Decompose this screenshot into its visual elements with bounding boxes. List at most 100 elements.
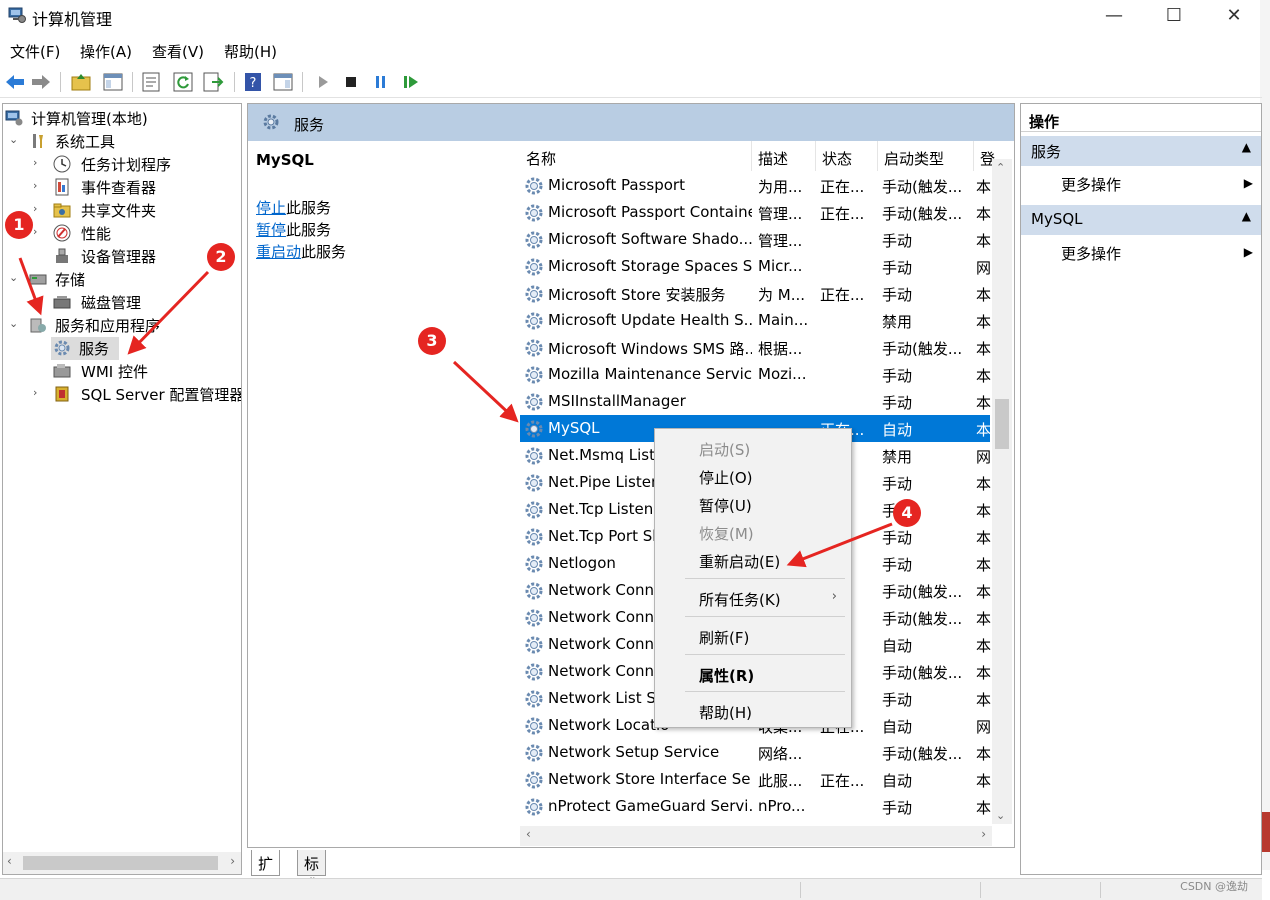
close-button[interactable]: ✕: [1205, 2, 1263, 32]
service-row[interactable]: Microsoft Passport 为用... 正在... 手动(触发... 本: [520, 172, 991, 199]
service-startup-type: 自动: [882, 772, 913, 790]
menu-item-all-tasks[interactable]: 所有任务(K): [699, 589, 781, 610]
service-row[interactable]: MSIInstallManager 手动本: [520, 388, 991, 415]
menu-file[interactable]: 文件(F): [10, 41, 60, 62]
scroll-right-icon[interactable]: ›: [981, 827, 986, 841]
column-header-startup-type[interactable]: 启动类型: [878, 141, 974, 171]
column-header-name[interactable]: 名称: [520, 141, 752, 171]
menu-item-properties[interactable]: 属性(R): [699, 665, 754, 686]
gear-icon: [525, 609, 543, 627]
service-row[interactable]: Microsoft Passport Container 管理... 正在... 手动…: [520, 199, 991, 226]
service-description: 管理...: [758, 232, 803, 250]
show-action-pane-icon[interactable]: [272, 71, 294, 93]
chevron-right-icon[interactable]: ›: [33, 179, 45, 192]
gear-icon: [525, 474, 543, 492]
tree-item-services[interactable]: 服务: [51, 337, 119, 360]
service-startup-type: 手动: [882, 367, 913, 385]
tab-extended[interactable]: 扩展: [251, 850, 281, 894]
gear-icon: [525, 663, 543, 681]
more-actions-services[interactable]: 更多操作: [1061, 174, 1121, 195]
show-hide-tree-icon[interactable]: [102, 71, 124, 93]
scroll-right-icon[interactable]: ›: [230, 854, 235, 868]
chevron-right-icon[interactable]: ›: [33, 386, 45, 399]
pause-service-icon[interactable]: [370, 71, 392, 93]
chevron-down-icon[interactable]: ⌄: [9, 133, 21, 146]
service-row[interactable]: Microsoft Software Shado... 管理... 手动本: [520, 226, 991, 253]
service-row[interactable]: Network Store Interface Se... 此服... 正在... 自…: [520, 766, 991, 793]
service-row[interactable]: Microsoft Windows SMS 路... 根据... 手动(触发... 本: [520, 334, 991, 361]
service-startup-type: 禁用: [882, 313, 913, 331]
scroll-thumb[interactable]: [23, 856, 218, 870]
menu-item-stop[interactable]: 停止(O): [699, 467, 753, 488]
submenu-arrow-icon[interactable]: ▶: [1244, 245, 1253, 259]
menu-item-refresh[interactable]: 刷新(F): [699, 627, 749, 648]
actions-group-mysql[interactable]: MySQL ▲: [1021, 205, 1261, 235]
stop-service-link[interactable]: 停止: [256, 199, 286, 217]
service-row[interactable]: Microsoft Store 安装服务为 M... 正在... 手动本: [520, 280, 991, 307]
pause-service-link[interactable]: 暂停: [256, 221, 286, 239]
list-horizontal-scrollbar[interactable]: ‹ ›: [520, 826, 992, 846]
service-name: Microsoft Passport: [548, 176, 685, 194]
menu-view[interactable]: 查看(V): [152, 41, 204, 62]
chevron-right-icon[interactable]: ›: [33, 202, 45, 215]
service-row[interactable]: Mozilla Maintenance Service Mozi... 手动本: [520, 361, 991, 388]
restart-service-icon[interactable]: [400, 71, 422, 93]
scroll-left-icon[interactable]: ‹: [7, 854, 12, 868]
back-arrow-icon[interactable]: [4, 71, 26, 93]
start-service-icon[interactable]: [312, 71, 334, 93]
menu-item-pause[interactable]: 暂停(U): [699, 495, 752, 516]
service-row[interactable]: nProtect GameGuard Servi... nPro... 手动本: [520, 793, 991, 820]
chevron-down-icon[interactable]: ⌄: [9, 317, 21, 330]
help-icon[interactable]: ?: [242, 71, 264, 93]
gear-icon: [525, 339, 543, 357]
more-actions-mysql[interactable]: 更多操作: [1061, 243, 1121, 264]
chevron-right-icon[interactable]: ›: [33, 225, 45, 238]
menu-item-restart[interactable]: 重新启动(E): [699, 551, 780, 572]
toolbar: ?: [0, 66, 1262, 98]
menu-item-help[interactable]: 帮助(H): [699, 702, 752, 723]
minimize-button[interactable]: —: [1085, 2, 1143, 32]
forward-arrow-icon[interactable]: [30, 71, 52, 93]
services-apps-icon: [30, 318, 46, 333]
gear-icon: [525, 636, 543, 654]
tree-horizontal-scrollbar[interactable]: ‹ ›: [3, 852, 241, 874]
service-name: nProtect GameGuard Servi...: [548, 797, 752, 815]
menu-item-start[interactable]: 启动(S): [699, 439, 750, 460]
service-row[interactable]: Microsoft Storage Spaces S... Micr... 手动网: [520, 253, 991, 280]
refresh-icon[interactable]: [172, 71, 194, 93]
gear-icon: [525, 555, 543, 573]
scroll-left-icon[interactable]: ‹: [526, 827, 531, 841]
scroll-up-icon[interactable]: ⌃: [996, 161, 1005, 174]
service-startup-type: 手动: [882, 286, 913, 304]
chevron-down-icon[interactable]: ⌄: [9, 271, 21, 284]
chevron-right-icon[interactable]: ›: [33, 156, 45, 169]
properties-icon[interactable]: [140, 71, 162, 93]
menu-action[interactable]: 操作(A): [80, 41, 132, 62]
up-folder-icon[interactable]: [70, 71, 92, 93]
service-startup-type: 手动(触发...: [882, 340, 963, 358]
scroll-down-icon[interactable]: ⌄: [996, 809, 1005, 822]
column-header-status[interactable]: 状态: [816, 141, 878, 171]
column-header-description[interactable]: 描述: [752, 141, 816, 171]
tab-standard[interactable]: 标准: [297, 850, 327, 894]
collapse-up-icon[interactable]: ▲: [1242, 209, 1251, 223]
link-suffix: 此服务: [286, 199, 332, 217]
watermark: CSDN @逸劫: [1180, 880, 1248, 893]
service-startup-type: 手动(触发...: [882, 664, 963, 682]
actions-group-services[interactable]: 服务 ▲: [1021, 136, 1261, 166]
tree-label: 设备管理器: [81, 248, 157, 266]
maximize-button[interactable]: ☐: [1145, 2, 1203, 32]
stop-service-icon[interactable]: [340, 71, 362, 93]
menu-item-resume[interactable]: 恢复(M): [699, 523, 754, 544]
scroll-thumb[interactable]: [995, 399, 1009, 449]
menu-help[interactable]: 帮助(H): [224, 41, 277, 62]
restart-service-link[interactable]: 重启动: [256, 243, 301, 261]
collapse-up-icon[interactable]: ▲: [1242, 140, 1251, 154]
service-row[interactable]: Microsoft Update Health S... Main... 禁用本: [520, 307, 991, 334]
list-vertical-scrollbar[interactable]: ⌃ ⌄: [992, 159, 1012, 824]
submenu-arrow-icon[interactable]: ▶: [1244, 176, 1253, 190]
export-list-icon[interactable]: [202, 71, 224, 93]
service-row[interactable]: Network Setup Service 网络... 手动(触发... 本: [520, 739, 991, 766]
gear-icon: [525, 582, 543, 600]
gear-icon: [525, 285, 543, 303]
